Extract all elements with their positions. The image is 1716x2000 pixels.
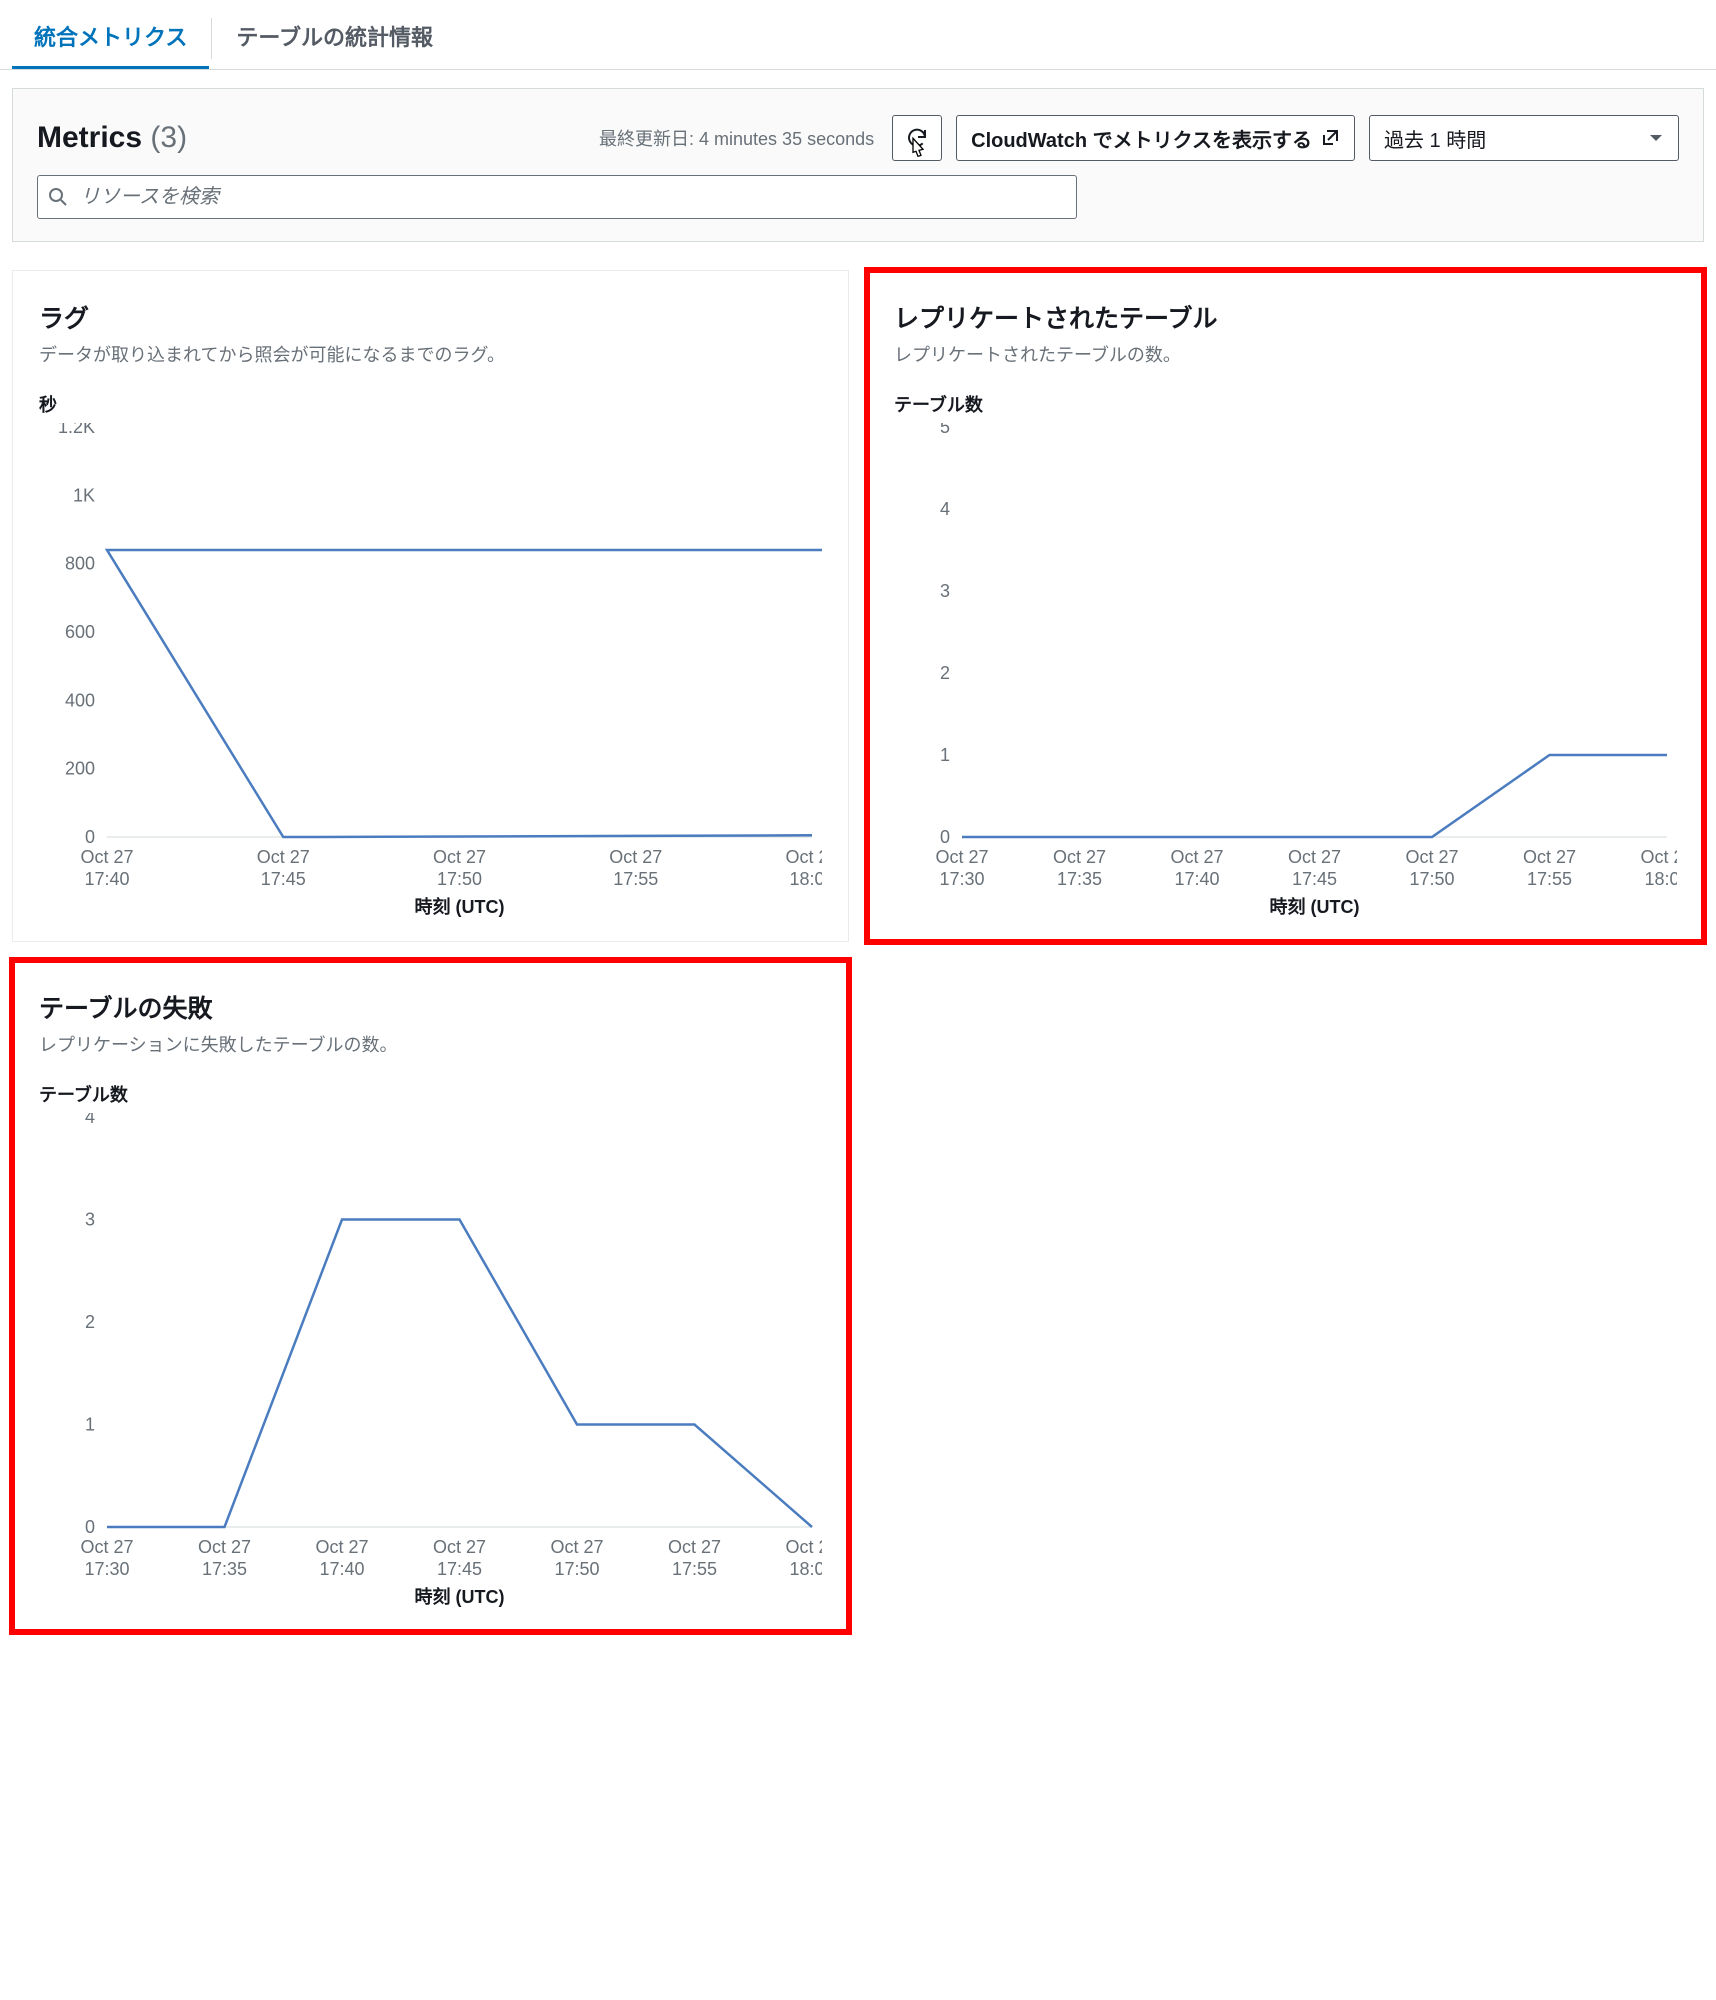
svg-text:Oct 27: Oct 27 [1640, 847, 1677, 867]
svg-text:3: 3 [940, 581, 950, 601]
svg-text:Oct 27: Oct 27 [433, 1537, 486, 1557]
tab-bar: 統合メトリクス テーブルの統計情報 [0, 0, 1716, 70]
svg-text:2: 2 [85, 1312, 95, 1332]
tab-separator [211, 18, 212, 59]
svg-text:Oct 27: Oct 27 [433, 847, 486, 867]
svg-text:17:55: 17:55 [613, 869, 658, 889]
chart-lag[interactable]: 02004006008001K1.2KOct 2717:40Oct 2717:4… [39, 423, 822, 923]
svg-text:4: 4 [85, 1113, 95, 1127]
svg-text:17:45: 17:45 [1292, 869, 1337, 889]
svg-text:時刻 (UTC): 時刻 (UTC) [415, 896, 505, 917]
metrics-title: Metrics (3) [37, 121, 187, 155]
svg-text:800: 800 [65, 554, 95, 574]
chart-failed[interactable]: 01234Oct 2717:30Oct 2717:35Oct 2717:40Oc… [39, 1113, 822, 1613]
svg-text:17:55: 17:55 [672, 1559, 717, 1579]
svg-text:Oct 27: Oct 27 [257, 847, 310, 867]
search-icon [48, 187, 68, 207]
search-row [37, 175, 1679, 219]
svg-text:18:00: 18:00 [1644, 869, 1677, 889]
svg-text:200: 200 [65, 759, 95, 779]
svg-text:Oct 27: Oct 27 [785, 1537, 822, 1557]
refresh-icon [905, 126, 929, 150]
svg-text:5: 5 [940, 423, 950, 437]
card-failed-desc: レプリケーションに失敗したテーブルの数。 [39, 1031, 822, 1057]
svg-text:Oct 27: Oct 27 [935, 847, 988, 867]
svg-text:17:50: 17:50 [554, 1559, 599, 1579]
svg-text:0: 0 [85, 827, 95, 847]
tab-integrated-metrics[interactable]: 統合メトリクス [12, 10, 209, 69]
svg-text:時刻 (UTC): 時刻 (UTC) [415, 1586, 505, 1607]
svg-text:1: 1 [85, 1415, 95, 1435]
metrics-panel: Metrics (3) 最終更新日: 4 minutes 35 seconds … [12, 88, 1704, 242]
svg-text:Oct 27: Oct 27 [1288, 847, 1341, 867]
card-lag-title: ラグ [39, 299, 822, 335]
time-range-select[interactable]: 過去 1 時間 [1369, 115, 1679, 161]
svg-text:17:40: 17:40 [319, 1559, 364, 1579]
card-failed: テーブルの失敗 レプリケーションに失敗したテーブルの数。 テーブル数 0 1 2 3 4… [12, 960, 849, 1632]
svg-text:18:00: 18:00 [789, 869, 822, 889]
svg-text:17:40: 17:40 [84, 869, 129, 889]
metrics-title-text: Metrics [37, 121, 142, 154]
svg-text:0: 0 [85, 1517, 95, 1537]
svg-text:17:45: 17:45 [437, 1559, 482, 1579]
svg-text:Oct 27: Oct 27 [550, 1537, 603, 1557]
card-replicated-desc: レプリケートされたテーブルの数。 [894, 341, 1677, 367]
card-replicated-title: レプリケートされたテーブル [894, 299, 1677, 335]
svg-text:600: 600 [65, 622, 95, 642]
last-updated: 最終更新日: 4 minutes 35 seconds [599, 125, 874, 151]
svg-text:17:55: 17:55 [1527, 869, 1572, 889]
time-range-label: 過去 1 時間 [1384, 124, 1486, 153]
svg-text:3: 3 [85, 1210, 95, 1230]
svg-text:17:50: 17:50 [1409, 869, 1454, 889]
svg-text:17:35: 17:35 [1057, 869, 1102, 889]
svg-text:17:40: 17:40 [1174, 869, 1219, 889]
svg-text:時刻 (UTC): 時刻 (UTC) [1270, 896, 1360, 917]
svg-text:Oct 27: Oct 27 [1405, 847, 1458, 867]
card-failed-title: テーブルの失敗 [39, 989, 822, 1025]
svg-text:Oct 27: Oct 27 [609, 847, 662, 867]
svg-text:Oct 27: Oct 27 [80, 1537, 133, 1557]
chart-replicated[interactable]: 012345Oct 2717:30Oct 2717:35Oct 2717:40O… [894, 423, 1677, 923]
card-failed-unit: テーブル数 [39, 1081, 822, 1107]
svg-text:Oct 27: Oct 27 [1523, 847, 1576, 867]
metrics-header-row: Metrics (3) 最終更新日: 4 minutes 35 seconds … [37, 115, 1679, 161]
svg-text:1K: 1K [73, 485, 95, 505]
svg-text:1: 1 [940, 745, 950, 765]
svg-text:Oct 27: Oct 27 [668, 1537, 721, 1557]
chevron-down-icon [1648, 130, 1664, 146]
last-updated-prefix: 最終更新日: [599, 129, 699, 149]
card-replicated-unit: テーブル数 [894, 391, 1677, 417]
search-input[interactable] [78, 185, 1066, 210]
last-updated-value: 4 minutes 35 seconds [699, 129, 874, 149]
svg-text:18:00: 18:00 [789, 1559, 822, 1579]
card-replicated: レプリケートされたテーブル レプリケートされたテーブルの数。 テーブル数 0 1 2… [867, 270, 1704, 942]
svg-text:400: 400 [65, 690, 95, 710]
svg-text:0: 0 [940, 827, 950, 847]
svg-text:Oct 27: Oct 27 [1053, 847, 1106, 867]
svg-text:Oct 27: Oct 27 [315, 1537, 368, 1557]
card-lag-unit: 秒 [39, 391, 822, 417]
svg-text:17:30: 17:30 [84, 1559, 129, 1579]
svg-text:17:35: 17:35 [202, 1559, 247, 1579]
svg-text:17:45: 17:45 [261, 869, 306, 889]
card-lag: ラグ データが取り込まれてから照会が可能になるまでのラグ。 秒 0 200 400 6… [12, 270, 849, 942]
search-box[interactable] [37, 175, 1077, 219]
refresh-button[interactable] [892, 115, 942, 161]
svg-text:17:30: 17:30 [939, 869, 984, 889]
svg-text:Oct 27: Oct 27 [1170, 847, 1223, 867]
metrics-count: (3) [150, 121, 187, 154]
svg-text:Oct 27: Oct 27 [785, 847, 822, 867]
external-link-icon [1320, 128, 1340, 148]
svg-text:2: 2 [940, 663, 950, 683]
view-in-cloudwatch-label: CloudWatch でメトリクスを表示する [971, 124, 1312, 153]
svg-text:17:50: 17:50 [437, 869, 482, 889]
charts-grid: ラグ データが取り込まれてから照会が可能になるまでのラグ。 秒 02004006… [0, 260, 1716, 1642]
tab-table-stats[interactable]: テーブルの統計情報 [214, 10, 455, 69]
view-in-cloudwatch-button[interactable]: CloudWatch でメトリクスを表示する [956, 115, 1355, 161]
svg-text:4: 4 [940, 499, 950, 519]
svg-text:Oct 27: Oct 27 [198, 1537, 251, 1557]
svg-text:Oct 27: Oct 27 [80, 847, 133, 867]
card-lag-desc: データが取り込まれてから照会が可能になるまでのラグ。 [39, 341, 822, 367]
svg-text:1.2K: 1.2K [58, 423, 95, 437]
